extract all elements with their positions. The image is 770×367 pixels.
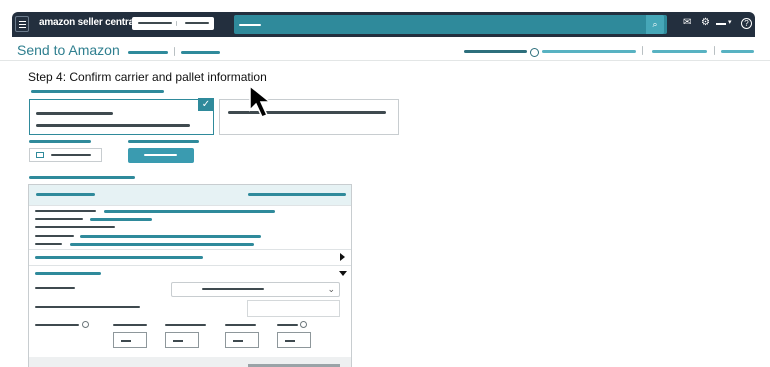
shipment-details-panel: ⌄ [28,184,352,367]
option-card[interactable] [219,99,399,135]
field-label [165,324,206,326]
progress-bar-complete [464,50,527,53]
radio-button[interactable] [82,321,89,328]
height-input[interactable] [277,332,311,348]
progress-step [721,50,754,53]
field-label [128,140,199,143]
field-label [225,324,256,326]
progress-step [542,50,636,53]
top-nav-bar: amazon seller central ⌕ ✉ ⚙ ▾ ? [12,12,755,37]
divider [714,46,715,55]
field-label [29,140,91,143]
seller-central-logo[interactable]: amazon seller central [39,17,137,28]
triangle-right-icon[interactable] [340,253,345,261]
search-button[interactable]: ⌕ [646,15,664,34]
page-title: Send to Amazon [17,42,120,58]
length-input[interactable] [165,332,199,348]
hamburger-menu-button[interactable] [15,16,29,32]
help-icon[interactable]: ? [741,18,752,29]
field-label [35,306,140,308]
expandable-row[interactable] [29,249,351,265]
field-label [35,287,75,289]
collapsible-row[interactable] [29,265,351,277]
checkmark-icon: ✓ [198,98,214,111]
search-icon: ⌕ [652,19,658,29]
divider [0,60,770,61]
gear-icon[interactable]: ⚙ [701,17,710,29]
title-tab-bar[interactable] [181,51,220,54]
title-tab-bar[interactable] [128,51,168,54]
option-card-selected[interactable] [29,99,214,135]
calendar-icon[interactable] [36,152,44,158]
search-input[interactable] [234,15,667,34]
field-label [113,324,147,326]
divider [174,47,175,56]
date-picker-field[interactable] [29,148,102,162]
chevron-down-icon: ⌄ [327,284,335,294]
divider [642,46,643,55]
text-input[interactable] [247,300,340,317]
panel-header [29,185,351,205]
progress-current-step [530,48,539,57]
marketplace-selector[interactable] [132,17,214,30]
chevron-down-icon: ▾ [728,19,732,26]
field-label [277,324,298,326]
quantity-input[interactable] [113,332,147,348]
confirm-date-button[interactable] [128,148,194,163]
dropdown-select[interactable]: ⌄ [171,282,340,297]
mouse-pointer-icon [249,84,273,118]
field-label [35,324,79,326]
radio-button[interactable] [300,321,307,328]
mail-icon[interactable]: ✉ [683,17,691,29]
step-heading: Step 4: Confirm carrier and pallet infor… [28,70,267,84]
section-label [31,90,164,93]
progress-step [652,50,707,53]
section-label [29,176,135,179]
width-input[interactable] [225,332,259,348]
account-menu[interactable] [716,23,726,25]
triangle-down-icon[interactable] [339,271,347,276]
